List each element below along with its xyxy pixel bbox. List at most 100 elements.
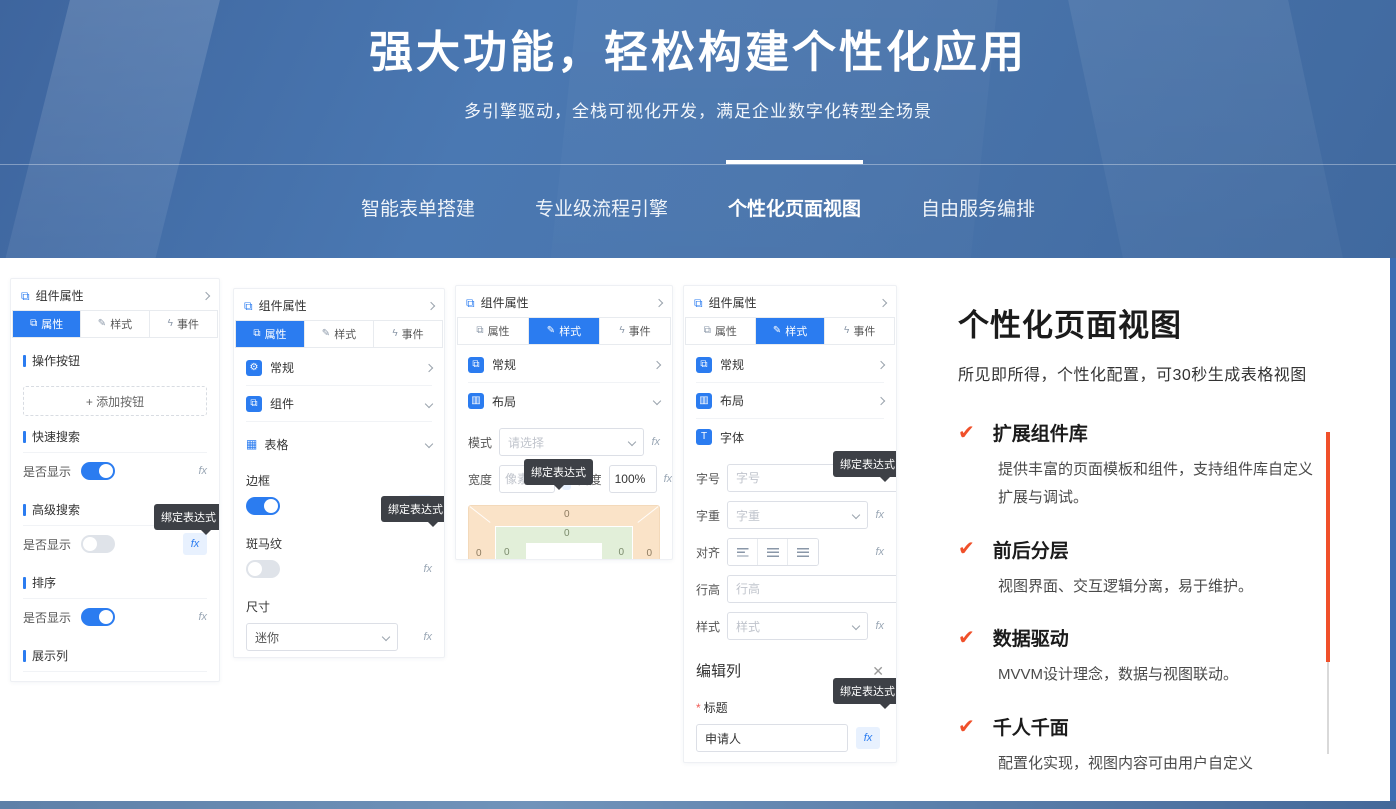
align-right-icon	[797, 548, 809, 557]
title-input[interactable]	[696, 724, 848, 752]
font-weight-row: 字重 字重 fx	[696, 501, 884, 529]
chevron-down-icon	[628, 438, 636, 446]
panel-component-props-1: ⧉ 组件属性 ⧉ 属性 ✎ 样式 ϟ 事件	[10, 278, 220, 682]
fx-icon[interactable]: fx	[875, 621, 884, 632]
bind-expression-tooltip: 绑定表达式	[833, 678, 897, 704]
fx-icon[interactable]: fx	[423, 564, 432, 575]
tab-smart-form[interactable]: 智能表单搭建	[359, 186, 477, 229]
tab-style[interactable]: ✎ 样式	[756, 318, 826, 344]
tab-event[interactable]: ϟ 事件	[600, 318, 670, 344]
border-toggle[interactable]	[246, 497, 280, 515]
fx-icon[interactable]: fx	[198, 612, 207, 623]
tab-event[interactable]: ϟ 事件	[825, 318, 894, 344]
collapse-layout[interactable]: ▥ 布局	[696, 383, 884, 419]
gear-icon: ⚙	[246, 360, 262, 376]
scrollbar-thumb[interactable]	[1326, 432, 1330, 662]
tab-style[interactable]: ✎ 样式	[81, 311, 149, 337]
size-select[interactable]: 迷你	[246, 623, 398, 651]
align-row: 对齐 fx	[696, 538, 884, 566]
tab-page-view[interactable]: 个性化页面视图	[726, 186, 863, 229]
chevron-right-icon	[425, 363, 433, 371]
component-cube-icon: ⧉	[21, 290, 30, 302]
collapse-layout[interactable]: ▥ 布局	[468, 383, 660, 419]
add-button[interactable]: + 添加按钮	[23, 386, 207, 416]
adv-search-toggle[interactable]	[81, 535, 115, 553]
fx-icon[interactable]: fx	[875, 547, 884, 558]
flash-icon: ϟ	[619, 326, 624, 336]
collapse-general[interactable]: ⧉ 常规	[696, 347, 884, 383]
component-cube-icon: ⧉	[244, 300, 253, 312]
line-height-input[interactable]	[727, 575, 897, 603]
flash-icon: ϟ	[392, 329, 397, 339]
panel-title: 组件属性	[709, 294, 880, 311]
table-icon: ▦	[246, 438, 257, 450]
tab-properties[interactable]: ⧉ 属性	[13, 311, 81, 337]
fx-icon[interactable]: fx	[875, 510, 884, 521]
style-select[interactable]: 样式	[727, 612, 868, 640]
tab-divider-line	[0, 164, 1396, 165]
tab-properties[interactable]: ⧉ 属性	[236, 321, 305, 347]
align-left-button[interactable]	[728, 539, 758, 565]
content-region	[526, 543, 602, 560]
fx-icon[interactable]: fx	[651, 437, 660, 448]
fx-button[interactable]: fx	[183, 533, 207, 555]
flash-icon: ϟ	[168, 319, 173, 329]
fx-button[interactable]: fx	[856, 727, 880, 749]
tab-style[interactable]: ✎ 样式	[305, 321, 374, 347]
tab-service-orchestration[interactable]: 自由服务编排	[919, 186, 1037, 229]
check-icon: ✔	[958, 717, 975, 737]
subsection-table[interactable]: ▦ 表格	[246, 428, 432, 460]
collapse-font[interactable]: T 字体	[696, 419, 884, 455]
fx-icon[interactable]: fx	[198, 466, 207, 477]
align-center-button[interactable]	[758, 539, 788, 565]
collapse-general[interactable]: ⚙ 常规	[246, 350, 432, 386]
panel-component-props-4: ⧉ 组件属性 ⧉ 属性 ✎ 样式 ϟ 事件	[683, 285, 897, 763]
align-right-button[interactable]	[788, 539, 818, 565]
tab-event[interactable]: ϟ 事件	[374, 321, 442, 347]
tab-properties[interactable]: ⧉ 属性	[686, 318, 756, 344]
feature-item-component-library: ✔ 扩展组件库 提供丰富的页面模板和组件，支持组件库自定义扩展与调试。	[958, 419, 1336, 512]
adv-search-show-row: 是否显示 fx	[23, 526, 207, 562]
zebra-toggle[interactable]	[246, 560, 280, 578]
close-icon[interactable]: ✕	[872, 664, 884, 678]
collapse-general[interactable]: ⧉ 常规	[468, 347, 660, 383]
bind-expression-tooltip: 绑定表达式	[154, 504, 220, 530]
bind-expression-tooltip: 绑定表达式	[833, 451, 897, 477]
tab-flow-engine[interactable]: 专业级流程引擎	[533, 186, 670, 229]
sort-toggle[interactable]	[81, 608, 115, 626]
collapse-component[interactable]: ⧉ 组件	[246, 386, 432, 422]
quick-search-show-row: 是否显示 fx	[23, 453, 207, 489]
quick-search-toggle[interactable]	[81, 462, 115, 480]
line-height-row: 行高 fx	[696, 575, 884, 603]
section-columns: 展示列	[23, 647, 207, 672]
panel-header: ⧉ 组件属性	[11, 279, 219, 310]
fx-icon[interactable]: fx	[664, 474, 673, 485]
bottom-accent-strip	[0, 801, 1396, 809]
height-input[interactable]	[609, 465, 657, 493]
layout-icon: ▥	[468, 393, 484, 409]
font-weight-select[interactable]: 字重	[727, 501, 868, 529]
tab-style[interactable]: ✎ 样式	[529, 318, 600, 344]
mode-select[interactable]: 请选择	[499, 428, 644, 456]
mode-row: 模式 请选择 fx	[468, 428, 660, 456]
chevron-right-icon[interactable]	[655, 298, 663, 306]
pencil-icon: ✎	[322, 329, 330, 339]
chevron-down-icon	[852, 622, 860, 630]
chevron-right-icon[interactable]	[427, 301, 435, 309]
fx-icon[interactable]: fx	[423, 632, 432, 643]
zebra-row: fx	[246, 552, 432, 586]
feature-item-personalization: ✔ 千人千面 配置化实现，视图内容可由用户自定义	[958, 713, 1336, 771]
columns-toggle[interactable]	[81, 681, 115, 682]
tab-properties[interactable]: ⧉ 属性	[458, 318, 529, 344]
chevron-right-icon[interactable]	[879, 298, 887, 306]
page-subtitle: 多引擎驱动，全栈可视化开发，满足企业数字化转型全场景	[0, 97, 1396, 122]
component-cube-icon: ⧉	[694, 297, 703, 309]
section-subtitle: 所见即所得，个性化配置，可30秒生成表格视图	[958, 361, 1336, 385]
panel-tabs: ⧉ 属性 ✎ 样式 ϟ 事件	[235, 320, 443, 348]
chevron-down-icon	[852, 511, 860, 519]
tab-event[interactable]: ϟ 事件	[150, 311, 217, 337]
cube-icon: ⧉	[253, 329, 260, 339]
panel-title: 组件属性	[259, 297, 428, 314]
chevron-right-icon	[877, 396, 885, 404]
chevron-right-icon[interactable]	[202, 291, 210, 299]
